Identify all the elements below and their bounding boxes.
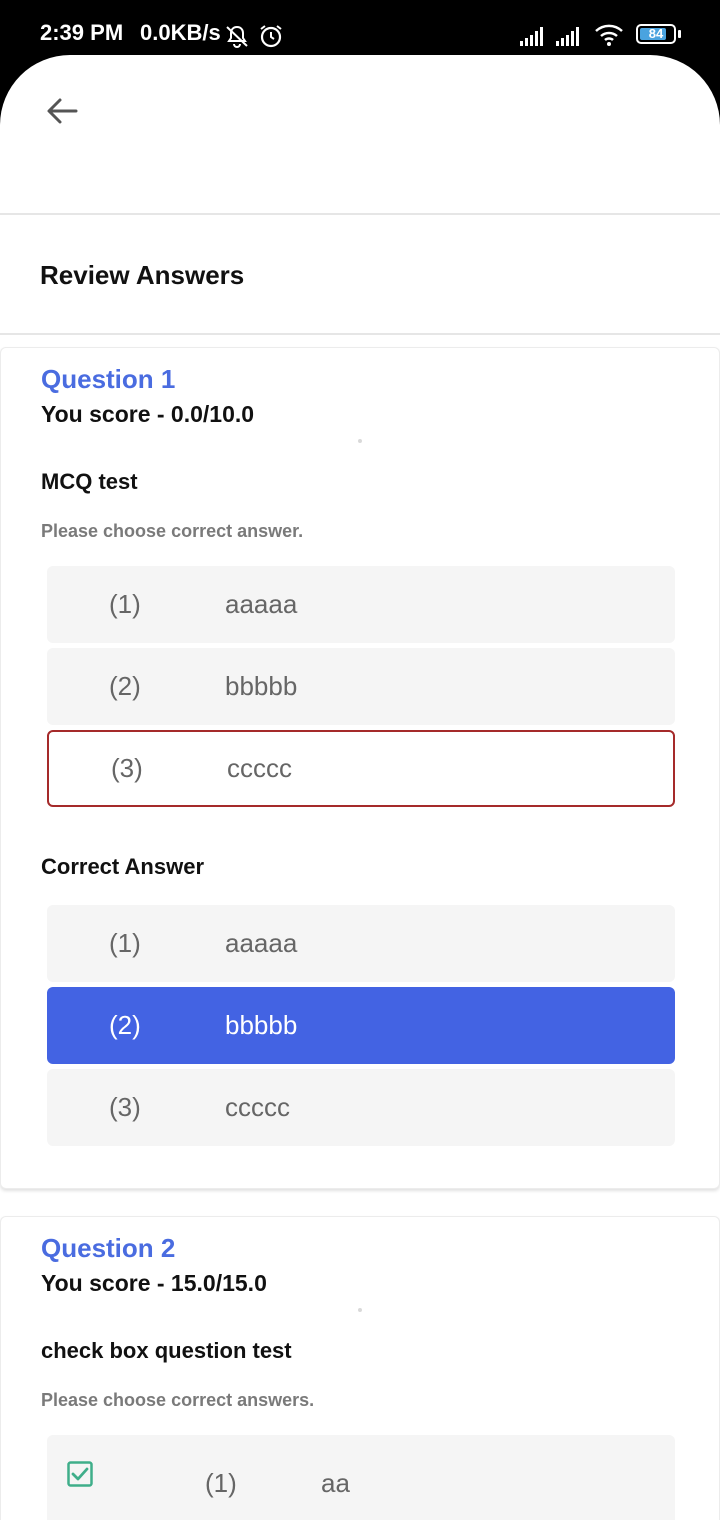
alarm-icon [260,25,282,48]
title-divider [0,333,720,335]
option-number: (3) [109,1092,141,1122]
question-hint: Please choose correct answers. [41,1390,315,1410]
option-number: (2) [109,1010,141,1040]
option-value: aaaaa [225,928,298,958]
question-text: MCQ test [41,469,138,494]
question-card: Question 1 You score - 0.0/10.0 MCQ test… [0,347,720,1189]
question-hint: Please choose correct answer. [41,521,304,541]
checkbox-option: (1) aa [47,1435,675,1520]
selected-wrong-option: (3) ccccc [47,730,675,807]
separator-dot [358,439,362,443]
arrow-left-icon[interactable] [44,95,80,127]
option-value: aaaaa [225,589,298,619]
status-time: 2:39 PM [40,20,124,45]
notifications-off-icon [226,25,248,48]
correct-answer-label: Correct Answer [41,854,205,879]
answer-option: (2) bbbbb [47,648,675,725]
battery-tip [678,30,681,38]
review-screen: Review Answers Question 1 You score - 0.… [0,55,720,1520]
correct-option: (2) bbbbb [47,987,675,1064]
option-number: (1) [205,1468,237,1498]
option-number: (1) [109,928,141,958]
answer-option: (1) aaaaa [47,905,675,982]
question-score: You score - 15.0/15.0 [41,1270,267,1296]
option-value: ccccc [225,1092,290,1122]
option-value: bbbbb [225,671,298,701]
checkbox-checked-icon [67,1461,93,1487]
option-value: ccccc [227,753,292,783]
option-value: aa [321,1468,350,1498]
battery-percent: 84 [648,26,664,41]
question-title: Question 1 [41,364,176,394]
option-number: (2) [109,671,141,701]
option-value: bbbbb [225,1010,298,1040]
option-number: (1) [109,589,141,619]
question-card: Question 2 You score - 15.0/15.0 check b… [0,1216,720,1520]
battery-icon: 84 [636,24,676,44]
signal-icon [556,27,579,46]
option-number: (3) [111,753,143,783]
answer-option: (1) aaaaa [47,566,675,643]
network-speed: 0.0KB/s [140,20,221,45]
answer-option: (3) ccccc [47,1069,675,1146]
separator-dot [358,1308,362,1312]
question-text: check box question test [41,1338,292,1363]
signal-icon [520,27,543,46]
question-score: You score - 0.0/10.0 [41,401,255,427]
wifi-icon [595,24,623,46]
header-divider [0,213,720,215]
page-title: Review Answers [40,260,245,290]
question-title: Question 2 [41,1233,176,1263]
